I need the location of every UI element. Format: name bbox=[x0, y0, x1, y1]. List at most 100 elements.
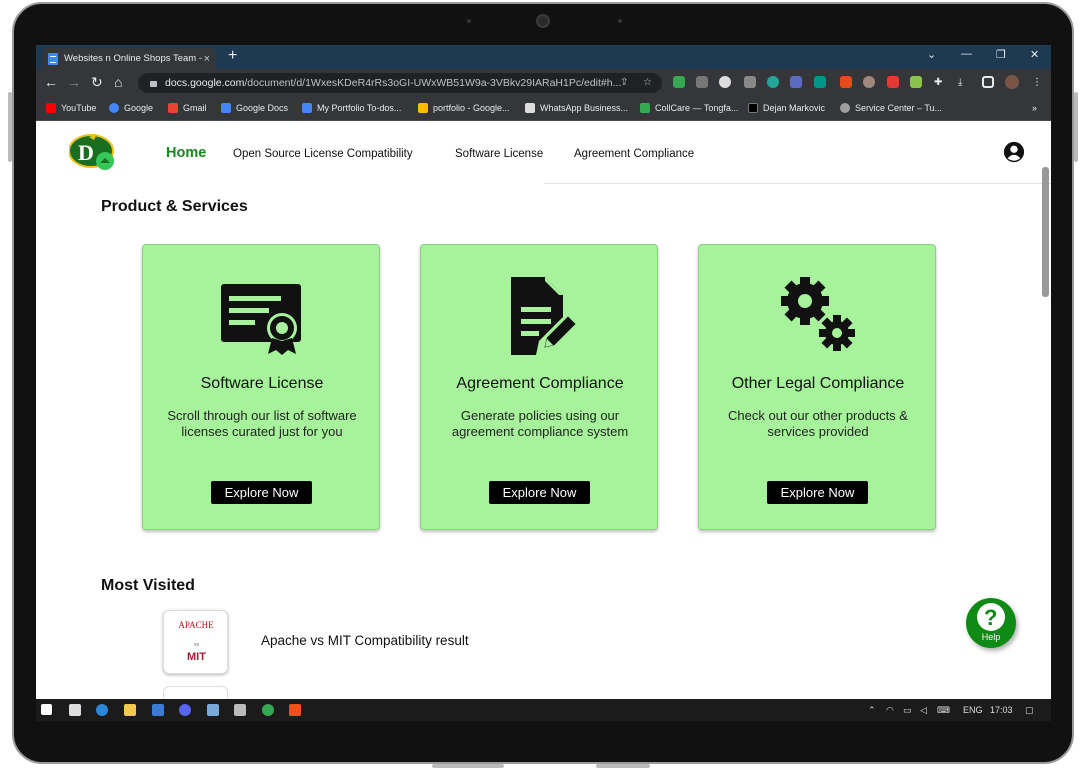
explore-now-button[interactable]: Explore Now bbox=[211, 481, 312, 504]
nav-open-source-license[interactable]: Open Source License Compatibility bbox=[233, 148, 413, 160]
help-question-icon: ? bbox=[977, 603, 1005, 631]
front-camera bbox=[536, 14, 550, 28]
edge-icon[interactable] bbox=[96, 704, 108, 716]
address-bar[interactable]: docs.google.com /document/d/1WxesKDeR4rR… bbox=[138, 73, 662, 93]
extension-m-icon[interactable] bbox=[767, 76, 779, 88]
reload-icon[interactable]: ↻ bbox=[91, 74, 103, 91]
windows-taskbar: ⌃ ◠ ▭ ◁ ⌨ ENG 17:03 ▢ bbox=[36, 699, 1051, 721]
visited-thumbnail-partial[interactable] bbox=[163, 686, 228, 699]
extension-8-icon[interactable] bbox=[863, 76, 875, 88]
figma-icon[interactable] bbox=[289, 704, 301, 716]
section-title-most-visited: Most Visited bbox=[101, 577, 195, 594]
extension-2-icon[interactable] bbox=[696, 76, 708, 88]
site-logo[interactable]: D bbox=[69, 133, 117, 171]
google-drive-icon bbox=[418, 103, 428, 113]
home-icon[interactable]: ⌂ bbox=[114, 74, 122, 90]
bookmark-portfolio-drive[interactable]: portfolio - Google... bbox=[418, 103, 510, 113]
bottom-button-right bbox=[596, 764, 650, 768]
google-icon bbox=[109, 103, 119, 113]
bookmark-google-docs[interactable]: Google Docs bbox=[221, 103, 288, 113]
chrome-icon[interactable] bbox=[262, 704, 274, 716]
share-icon[interactable]: ⇪ bbox=[620, 77, 628, 88]
extension-beta-icon[interactable] bbox=[814, 76, 826, 88]
minimize-button[interactable]: — bbox=[961, 48, 972, 60]
clock[interactable]: 17:03 bbox=[990, 705, 1013, 715]
explore-now-button[interactable]: Explore Now bbox=[489, 481, 590, 504]
bookmark-gmail[interactable]: Gmail bbox=[168, 103, 207, 113]
card-title: Agreement Compliance bbox=[456, 375, 624, 392]
profile-avatar[interactable] bbox=[1005, 75, 1019, 89]
lock-icon bbox=[150, 81, 157, 87]
volume-icon[interactable]: ◁ bbox=[920, 705, 927, 716]
tab-search-icon[interactable]: ⌄ bbox=[927, 48, 936, 61]
close-window-button[interactable]: ✕ bbox=[1030, 48, 1039, 61]
forward-arrow-icon[interactable]: → bbox=[67, 74, 81, 90]
visited-thumbnail-apache-mit[interactable]: APACHE vs MIT bbox=[163, 610, 228, 674]
card-title: Software License bbox=[200, 375, 324, 392]
thumb-vs-text: vs bbox=[194, 642, 199, 648]
bookmark-youtube[interactable]: YouTube bbox=[46, 103, 96, 113]
notifications-icon[interactable]: ▢ bbox=[1025, 705, 1034, 716]
extension-5-icon[interactable] bbox=[790, 76, 802, 88]
extension-camera-icon[interactable] bbox=[744, 76, 756, 88]
more-bookmarks-button[interactable]: » bbox=[1032, 103, 1037, 113]
file-explorer-icon[interactable] bbox=[124, 704, 136, 716]
task-view-icon[interactable] bbox=[69, 704, 81, 716]
bookmark-google[interactable]: Google bbox=[109, 103, 153, 113]
bookmark-star-icon[interactable]: ☆ bbox=[643, 77, 652, 88]
nav-home[interactable]: Home bbox=[166, 145, 206, 161]
card-description: Generate policies using our agreement co… bbox=[451, 408, 629, 439]
nav-software-license[interactable]: Software License bbox=[455, 148, 543, 160]
extension-7-icon[interactable] bbox=[840, 76, 852, 88]
visited-link-apache-mit[interactable]: Apache vs MIT Compatibility result bbox=[261, 633, 469, 648]
extensions-puzzle-icon[interactable]: ✚ bbox=[934, 77, 942, 88]
network-icon[interactable]: ◠ bbox=[886, 705, 894, 716]
new-tab-button[interactable]: + bbox=[228, 47, 237, 65]
sensor-left bbox=[467, 19, 471, 23]
extension-9-icon[interactable] bbox=[887, 76, 899, 88]
card-description: Check out our other products & services … bbox=[728, 408, 908, 439]
url-host: docs.google.com bbox=[165, 77, 245, 89]
discord-icon[interactable] bbox=[179, 704, 191, 716]
svg-text:?: ? bbox=[984, 605, 997, 630]
battery-icon[interactable]: ▭ bbox=[903, 705, 912, 716]
google-docs-icon bbox=[302, 103, 312, 113]
restore-button[interactable]: ❐ bbox=[996, 48, 1006, 61]
tab-close-button[interactable]: × bbox=[204, 53, 210, 65]
extension-3-icon[interactable] bbox=[719, 76, 731, 88]
bookmark-my-portfolio[interactable]: My Portfolio To-dos... bbox=[302, 103, 401, 113]
explore-now-button[interactable]: Explore Now bbox=[767, 481, 868, 504]
back-arrow-icon[interactable]: ← bbox=[44, 74, 58, 90]
extension-shield-icon[interactable] bbox=[673, 76, 685, 88]
browser-toolbar: ← → ↻ ⌂ docs.google.com /document/d/1Wxe… bbox=[36, 69, 1051, 97]
browser-tab[interactable]: Websites n Online Shops Team - × bbox=[42, 48, 216, 69]
gmail-icon bbox=[168, 103, 178, 113]
google-docs-icon bbox=[221, 103, 231, 113]
mail-icon[interactable] bbox=[152, 704, 164, 716]
mit-logo-text: MIT bbox=[187, 651, 206, 663]
keyboard-icon[interactable]: ⌨ bbox=[937, 705, 950, 716]
account-circle-icon[interactable] bbox=[1003, 141, 1025, 163]
download-icon[interactable]: ⤓ bbox=[958, 77, 962, 88]
tray-chevron-icon[interactable]: ⌃ bbox=[868, 705, 876, 716]
snip-icon[interactable] bbox=[234, 704, 246, 716]
bookmark-collcare[interactable]: CollCare — Tongfa... bbox=[640, 103, 738, 113]
card-agreement-compliance: Agreement Compliance Generate policies u… bbox=[420, 244, 658, 530]
bookmark-dejan[interactable]: Dejan Markovic bbox=[748, 103, 825, 113]
page-scrollbar[interactable] bbox=[1042, 167, 1049, 297]
svg-text:D: D bbox=[78, 140, 94, 165]
bookmark-whatsapp[interactable]: WhatsApp Business... bbox=[525, 103, 628, 113]
side-panel-icon[interactable] bbox=[982, 76, 994, 88]
language-indicator[interactable]: ENG bbox=[963, 705, 983, 715]
help-button[interactable]: ? Help bbox=[966, 598, 1016, 648]
sensor-right bbox=[618, 19, 622, 23]
extension-10-icon[interactable] bbox=[910, 76, 922, 88]
app-icon[interactable] bbox=[207, 704, 219, 716]
menu-kebab-icon[interactable]: ⋮ bbox=[1032, 77, 1042, 88]
bookmarks-bar: YouTube Google Gmail Google Docs My Port… bbox=[36, 97, 1051, 121]
card-title: Other Legal Compliance bbox=[731, 375, 905, 392]
screen: Websites n Online Shops Team - × + ⌄ — ❐… bbox=[36, 45, 1051, 721]
nav-agreement-compliance[interactable]: Agreement Compliance bbox=[574, 148, 694, 160]
bookmark-service-center[interactable]: Service Center – Tu... bbox=[840, 103, 942, 113]
windows-start-icon[interactable] bbox=[41, 704, 52, 715]
